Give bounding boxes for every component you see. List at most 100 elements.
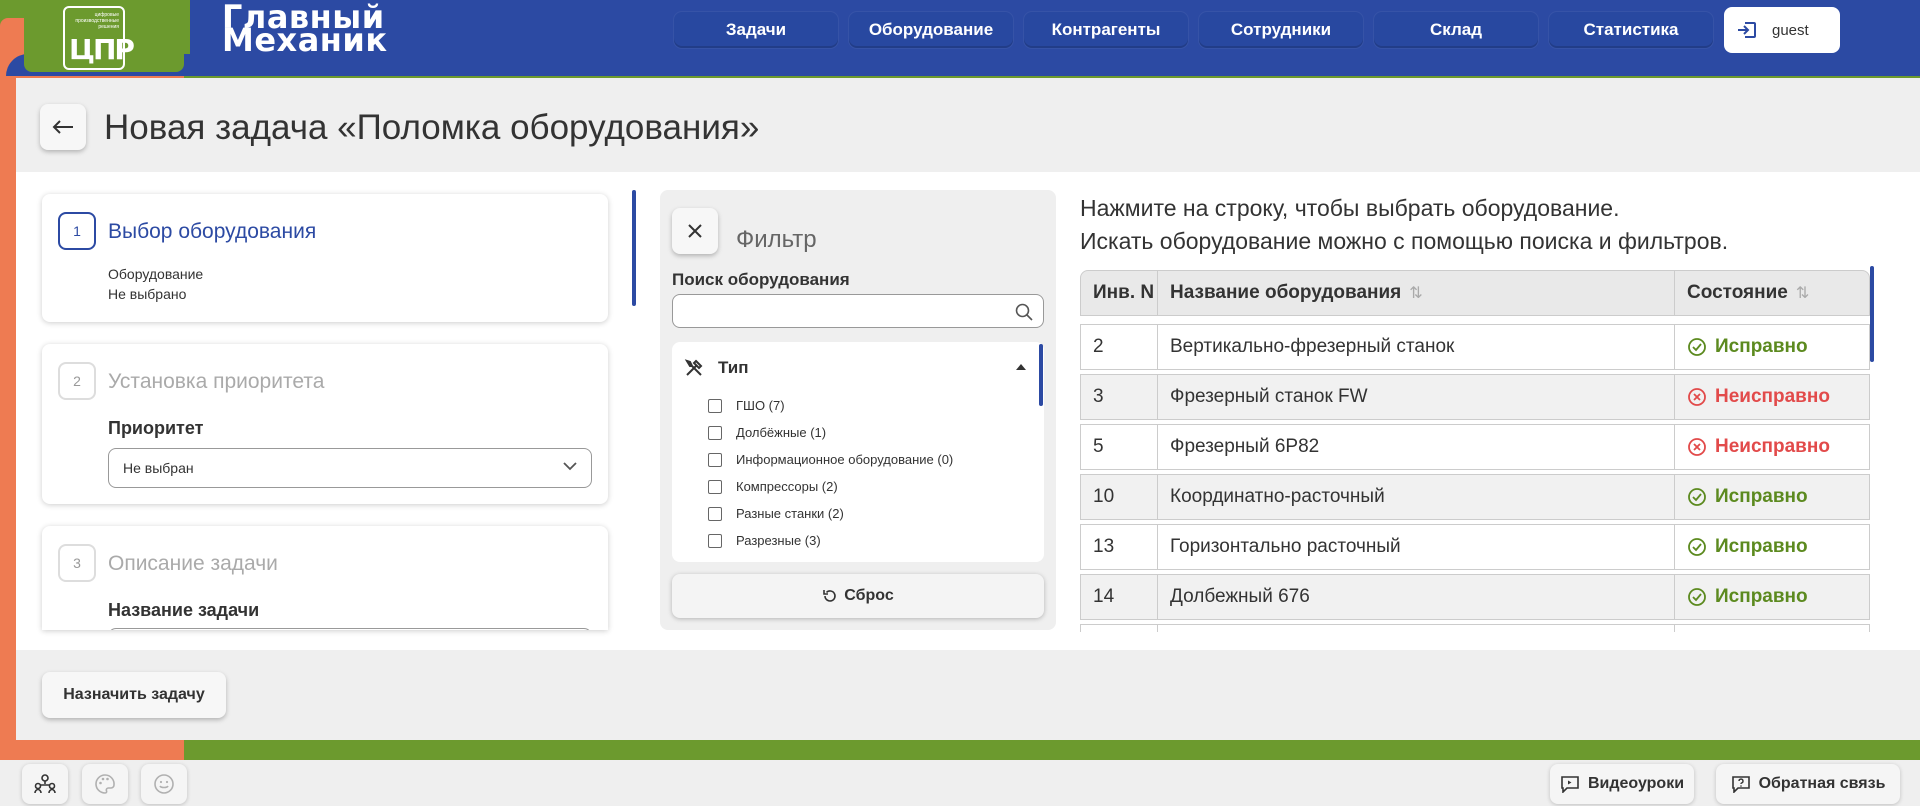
column-header-inv-label: Инв. N bbox=[1093, 282, 1155, 303]
feedback-label: Обратная связь bbox=[1758, 775, 1886, 792]
team-button[interactable] bbox=[22, 764, 68, 804]
type-scrollbar[interactable] bbox=[1039, 344, 1043, 406]
type-option-label: Информационное оборудование (0) bbox=[736, 452, 954, 467]
assign-task-button[interactable]: Назначить задачу bbox=[42, 672, 226, 718]
status-label: Исправно bbox=[1715, 486, 1808, 507]
nav-contractors[interactable]: Контрагенты bbox=[1024, 12, 1188, 48]
cell-name bbox=[1157, 624, 1675, 632]
caret-up-icon[interactable] bbox=[1016, 364, 1026, 370]
table-row[interactable]: 5 Фрезерный 6Р82 Неисправно bbox=[1080, 424, 1870, 470]
user-button[interactable]: guest bbox=[1724, 7, 1840, 53]
brand-line2: Механик bbox=[222, 21, 388, 59]
column-header-state-label: Состояние bbox=[1687, 282, 1788, 303]
nav-warehouse[interactable]: Склад bbox=[1374, 12, 1538, 48]
status-bad: Неисправно bbox=[1687, 436, 1830, 458]
type-option-5[interactable]: Разрезные (3) bbox=[708, 533, 821, 548]
check-circle-icon bbox=[1688, 338, 1706, 356]
arrow-left-icon bbox=[52, 120, 73, 134]
table-row[interactable]: 2 Вертикально-фрезерный станок Исправно bbox=[1080, 324, 1870, 370]
action-band bbox=[16, 650, 1920, 740]
equipment-table: Инв. N Название оборудования ⇅ Состояние ⇅… bbox=[1080, 270, 1870, 632]
help-chat-icon bbox=[1731, 776, 1750, 793]
nav-statistics[interactable]: Статистика bbox=[1549, 12, 1713, 48]
checkbox[interactable] bbox=[708, 479, 722, 494]
brand-title[interactable]: Главный Механик bbox=[222, 1, 388, 59]
status-label: Исправно bbox=[1715, 336, 1808, 357]
table-row[interactable]: 14 Долбежный 676 Исправно bbox=[1080, 574, 1870, 620]
type-filter-group: Тип ГШО (7) Долбёжные (1) Информационное… bbox=[672, 342, 1044, 562]
x-circle-icon bbox=[1688, 388, 1706, 406]
video-chat-icon bbox=[1561, 776, 1579, 793]
cell-state: Исправно bbox=[1674, 474, 1870, 520]
palette-icon bbox=[95, 774, 115, 794]
logo-mark: ЦПР bbox=[69, 33, 135, 66]
palette-button[interactable] bbox=[82, 764, 128, 804]
type-option-label: Долбёжные (1) bbox=[736, 425, 827, 440]
checkbox[interactable] bbox=[708, 506, 722, 521]
nav-tasks[interactable]: Задачи bbox=[674, 12, 838, 48]
sort-icon[interactable]: ⇅ bbox=[1409, 283, 1422, 303]
logo-tagline: цифровые производственные решения bbox=[75, 12, 119, 30]
nav-equipment[interactable]: Оборудование bbox=[849, 12, 1013, 48]
task-name-label: Название задачи bbox=[108, 600, 260, 620]
cell-name: Вертикально-фрезерный станок bbox=[1157, 324, 1675, 370]
task-name-input[interactable] bbox=[108, 628, 592, 630]
sort-icon[interactable]: ⇅ bbox=[1796, 283, 1809, 303]
step-card-1[interactable]: 1 Выбор оборудования Оборудование Не выб… bbox=[42, 194, 608, 322]
type-option-4[interactable]: Разные станки (2) bbox=[708, 506, 844, 521]
check-circle-icon bbox=[1688, 538, 1706, 556]
priority-label: Приоритет bbox=[108, 418, 204, 438]
cell-state: Неисправно bbox=[1674, 424, 1870, 470]
cell-name: Фрезерный станок FW bbox=[1157, 374, 1675, 420]
status-label: Исправно bbox=[1715, 586, 1808, 607]
column-header-state[interactable]: Состояние ⇅ bbox=[1674, 270, 1870, 316]
video-lessons-button[interactable]: Видеоуроки bbox=[1550, 764, 1694, 804]
step-card-2[interactable]: 2 Установка приоритета Приоритет Не выбр… bbox=[42, 344, 608, 504]
checkbox[interactable] bbox=[708, 533, 722, 548]
equipment-label: Оборудование bbox=[108, 266, 204, 282]
checkbox[interactable] bbox=[708, 398, 722, 413]
login-icon bbox=[1738, 22, 1756, 38]
cell-inv: 3 bbox=[1080, 374, 1158, 420]
steps-scrollbar[interactable] bbox=[632, 190, 636, 306]
table-scrollbar[interactable] bbox=[1870, 266, 1874, 362]
status-ok: Исправно bbox=[1687, 486, 1808, 508]
table-row[interactable]: 10 Координатно-расточный Исправно bbox=[1080, 474, 1870, 520]
table-row[interactable]: 13 Горизонтально расточный Исправно bbox=[1080, 524, 1870, 570]
type-option-3[interactable]: Компрессоры (2) bbox=[708, 479, 838, 494]
table-row[interactable]: 3 Фрезерный станок FW Неисправно bbox=[1080, 374, 1870, 420]
filter-title: Фильтр bbox=[736, 226, 817, 253]
nav-employees[interactable]: Сотрудники bbox=[1199, 12, 1363, 48]
column-header-inv[interactable]: Инв. N bbox=[1080, 270, 1158, 316]
type-option-0[interactable]: ГШО (7) bbox=[708, 398, 785, 413]
reset-filter-button[interactable]: Сброс bbox=[672, 574, 1044, 618]
emoji-button[interactable] bbox=[141, 764, 187, 804]
cell-state: Исправно bbox=[1674, 574, 1870, 620]
column-header-name-label: Название оборудования bbox=[1170, 282, 1402, 303]
feedback-button[interactable]: Обратная связь bbox=[1716, 764, 1900, 804]
cell-inv bbox=[1080, 624, 1158, 632]
search-label: Поиск оборудования bbox=[672, 270, 850, 289]
type-option-2[interactable]: Информационное оборудование (0) bbox=[708, 452, 953, 467]
checkbox[interactable] bbox=[708, 452, 722, 467]
step-card-3[interactable]: 3 Описание задачи Название задачи bbox=[42, 526, 608, 630]
table-row[interactable] bbox=[1080, 624, 1870, 632]
filter-panel: Фильтр Поиск оборудования Тип ГШО (7) До… bbox=[660, 190, 1056, 630]
step-title-3: Описание задачи bbox=[108, 552, 278, 575]
back-button[interactable] bbox=[40, 104, 86, 150]
page-title: Новая задача «Поломка оборудования» bbox=[104, 108, 760, 147]
cell-name: Долбежный 676 bbox=[1157, 574, 1675, 620]
equipment-search-input[interactable] bbox=[672, 294, 1044, 328]
filter-close-button[interactable] bbox=[672, 208, 718, 254]
type-filter-header[interactable]: Тип bbox=[684, 358, 748, 378]
logo[interactable]: цифровые производственные решения ЦПР bbox=[63, 6, 135, 70]
team-icon bbox=[34, 774, 56, 794]
status-label: Исправно bbox=[1715, 536, 1808, 557]
reset-icon bbox=[823, 590, 837, 602]
priority-select[interactable]: Не выбран bbox=[108, 448, 592, 488]
checkbox[interactable] bbox=[708, 425, 722, 440]
table-hint-line2: Искать оборудование можно с помощью поис… bbox=[1080, 228, 1729, 254]
cell-state: Исправно bbox=[1674, 324, 1870, 370]
type-option-1[interactable]: Долбёжные (1) bbox=[708, 425, 826, 440]
column-header-name[interactable]: Название оборудования ⇅ bbox=[1157, 270, 1675, 316]
